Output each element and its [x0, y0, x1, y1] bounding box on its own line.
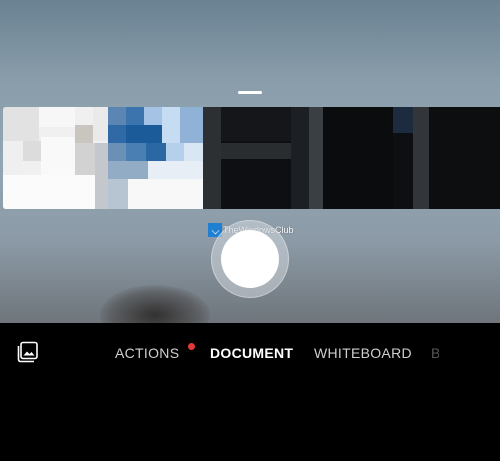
mode-bar: ACTIONS DOCUMENT WHITEBOARD B	[0, 323, 500, 461]
image-gallery-icon[interactable]	[17, 341, 39, 363]
drag-handle[interactable]	[238, 91, 262, 94]
mode-actions[interactable]: ACTIONS	[115, 345, 179, 361]
mode-document[interactable]: DOCUMENT	[210, 345, 293, 361]
shutter-button[interactable]	[211, 220, 289, 298]
capture-thumbnail[interactable]	[108, 107, 203, 209]
camera-screen: TheWindowsClub ACTIONS DOCUMENT WHITEBOA…	[0, 0, 500, 461]
capture-thumbnail[interactable]	[3, 107, 108, 209]
camera-viewfinder[interactable]: TheWindowsClub	[0, 0, 500, 323]
shutter-button-core[interactable]	[221, 230, 279, 288]
mode-whiteboard[interactable]: WHITEBOARD	[314, 345, 412, 361]
mode-next-partial[interactable]: B	[431, 345, 439, 361]
recent-captures-strip[interactable]	[3, 107, 500, 209]
out-of-focus-object	[100, 285, 210, 323]
capture-thumbnail[interactable]	[203, 107, 500, 209]
notification-dot	[188, 343, 195, 350]
